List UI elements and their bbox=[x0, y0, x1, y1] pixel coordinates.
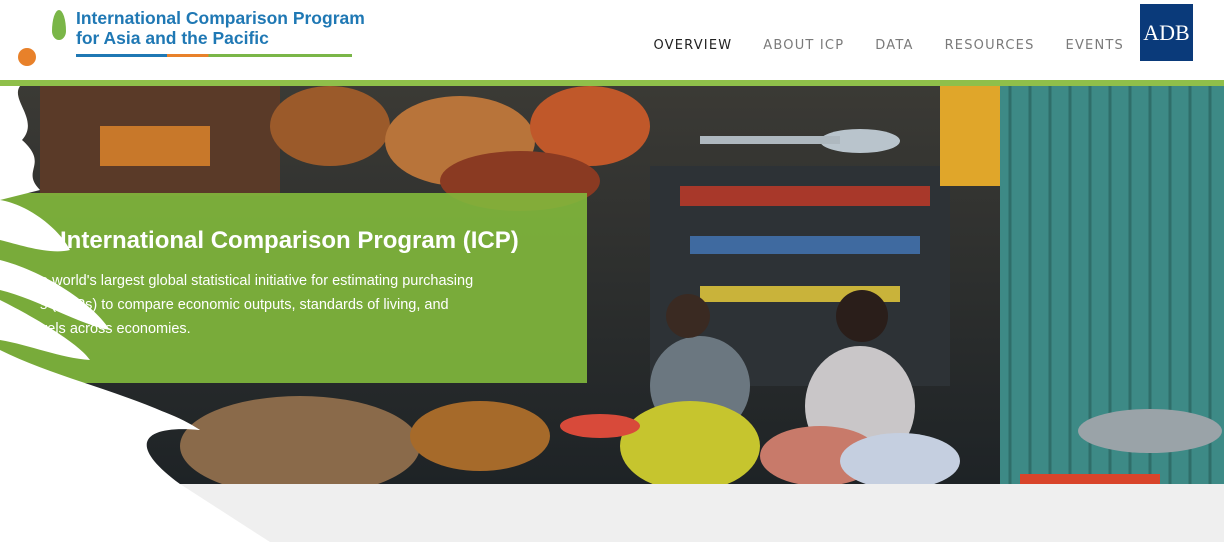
nav-events[interactable]: EVENTS bbox=[1066, 38, 1124, 53]
content-section bbox=[0, 484, 1224, 542]
nav-overview[interactable]: OVERVIEW bbox=[653, 38, 732, 53]
main-nav: OVERVIEW ABOUT ICP DATA RESOURCES EVENTS bbox=[653, 38, 1124, 53]
icp-logo[interactable]: International Comparison Program for Asi… bbox=[18, 6, 365, 66]
orange-leaf-icon bbox=[18, 48, 36, 66]
logo-line-2: for Asia and the Pacific bbox=[76, 28, 269, 48]
logo-underline bbox=[76, 54, 352, 57]
nav-about-icp[interactable]: ABOUT ICP bbox=[763, 38, 844, 53]
hero-body-line-3: vels across economies. bbox=[40, 321, 191, 337]
logo-text: International Comparison Program for Asi… bbox=[76, 8, 365, 48]
hero-banner: e International Comparison Program (ICP)… bbox=[0, 86, 1224, 484]
hero-body-line-2: s (PPPs) to compare economic outputs, st… bbox=[40, 297, 449, 313]
hero-body-line-1: e world's largest global statistical ini… bbox=[40, 273, 474, 289]
hero-title: e International Comparison Program (ICP) bbox=[40, 227, 519, 254]
hero-description: e world's largest global statistical ini… bbox=[40, 269, 570, 341]
hero-text-card: e International Comparison Program (ICP)… bbox=[0, 193, 587, 383]
site-header: International Comparison Program for Asi… bbox=[0, 0, 1224, 80]
leaf-icon bbox=[52, 10, 66, 40]
adb-logo[interactable]: ADB bbox=[1140, 4, 1193, 61]
nav-resources[interactable]: RESOURCES bbox=[945, 38, 1035, 53]
nav-data[interactable]: DATA bbox=[875, 38, 913, 53]
logo-line-1: International Comparison Program bbox=[76, 8, 365, 28]
